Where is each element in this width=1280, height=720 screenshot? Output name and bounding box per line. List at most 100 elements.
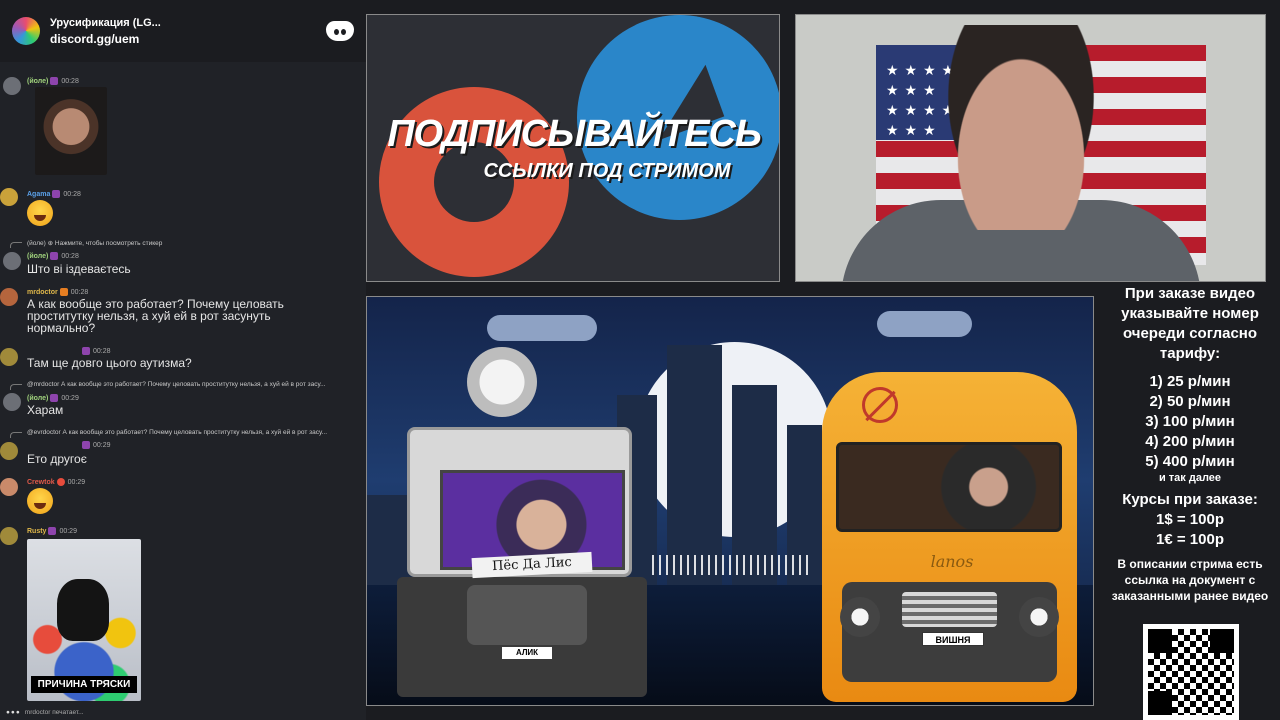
truck-graphic: Пёс Да Лис АЛИК (397, 347, 647, 697)
timestamp: 00:29 (93, 441, 111, 449)
van-brand-label: lanos (930, 552, 974, 571)
description-note: В описании стрима есть ссылка на докумен… (1111, 557, 1269, 603)
badge-icon (82, 441, 90, 449)
timestamp: 00:29 (61, 394, 79, 402)
discord-icon (326, 21, 354, 41)
badge-icon (52, 190, 61, 198)
server-info: Урусификация (LG... discord.gg/uem (50, 17, 326, 46)
timestamp: 00:28 (61, 77, 79, 85)
cat-figure (57, 579, 109, 641)
message-text: А как вообще это работает? Почему целова… (27, 297, 284, 335)
satellite-dish-icon (467, 347, 537, 417)
image-caption: ПРИЧИНА ТРЯСКИ (31, 676, 137, 693)
van-graphic: lanos ВИШНЯ (822, 372, 1077, 702)
badge-icon (48, 527, 57, 535)
cloud-shape (877, 311, 972, 337)
tier-item: 4) 200 р/мин (1145, 433, 1235, 450)
shocked-emoji-icon (27, 488, 53, 514)
username[interactable]: mrdoctor (27, 289, 58, 296)
reply-preview[interactable]: @evrdoctor А как вообще это работает? По… (27, 429, 327, 436)
typing-indicator: ●●● mrdoctor печатает... (6, 709, 84, 716)
typing-text: mrdoctor печатает... (24, 709, 84, 716)
laughing-crying-emoji-icon (27, 200, 53, 226)
tier-item: 3) 100 р/мин (1145, 413, 1235, 430)
avatar (0, 288, 18, 306)
tier-item: 1) 25 р/мин (1149, 373, 1231, 390)
headlight-right (1019, 597, 1059, 637)
avatar (0, 348, 18, 366)
username[interactable]: (йоле) (27, 78, 48, 85)
message-meta: Agama 00:28 (27, 190, 81, 198)
message-meta: 00:29 (80, 441, 111, 449)
reply-line (10, 432, 22, 438)
server-name: Урусификация (LG... (50, 16, 161, 29)
badge-icon (50, 77, 59, 85)
server-invite-link[interactable]: discord.gg/uem (50, 32, 326, 46)
username[interactable]: Agama (27, 191, 50, 198)
message-meta: (йоле) 00:28 (27, 77, 79, 85)
discord-chat-panel: Урусификация (LG... discord.gg/uem (йоле… (0, 0, 366, 720)
badge-icon (50, 394, 59, 402)
username[interactable]: Rusty (27, 528, 46, 535)
timestamp: 00:28 (61, 252, 79, 260)
avatar (3, 77, 21, 95)
reply-preview[interactable]: (йоле) ⊕ Нажмите, чтобы посмотреть стике… (27, 239, 162, 247)
building-shape (667, 345, 722, 585)
prohibition-sign-icon (862, 387, 898, 423)
badge-icon (56, 478, 65, 486)
shouting-man-image[interactable] (35, 87, 107, 175)
truck-engine-body (397, 577, 647, 697)
username[interactable]: (йоле) (27, 395, 48, 402)
message-meta: Crewtok 00:29 (27, 478, 85, 486)
van-license-plate: ВИШНЯ (922, 632, 984, 646)
avatar (0, 478, 18, 496)
message-meta: (йоле) 00:29 (27, 394, 79, 402)
message-meta: (йоле) 00:28 (27, 252, 79, 260)
message-text: Ето другоє (27, 452, 87, 466)
avatar (0, 188, 18, 206)
badge-icon (59, 288, 68, 296)
reply-line (10, 384, 22, 390)
truck-license-plate: АЛИК (502, 647, 552, 659)
main-video-scene: Пёс Да Лис АЛИК lanos ВИШНЯ (366, 296, 1094, 706)
subscribe-banner: ПОДПИСЫВАЙТЕСЬ ССЫЛКИ ПОД СТРИМОМ (366, 14, 780, 282)
qr-code[interactable] (1143, 624, 1239, 720)
sound-wave-graphic (652, 555, 812, 575)
rate-item: 1€ = 100р (1156, 531, 1224, 548)
banner-title: ПОДПИСЫВАЙТЕСЬ (387, 113, 762, 155)
server-icon (12, 17, 40, 45)
webcam-feed: ★★★★ ★★★ ★★★★ ★★★ (795, 14, 1266, 282)
van-windshield-driver (836, 442, 1062, 532)
timestamp: 00:29 (59, 527, 77, 535)
timestamp: 00:28 (70, 288, 89, 296)
headlight-left (840, 597, 880, 637)
username[interactable]: (йоле) (27, 253, 48, 260)
rate-item: 1$ = 100р (1156, 511, 1224, 528)
engine-block (467, 585, 587, 645)
avatar (3, 252, 21, 270)
tiers-etc: и так далее (1158, 472, 1222, 484)
rates-header: Курсы при заказе: (1122, 491, 1258, 508)
message-meta: Rusty 00:29 (27, 527, 77, 535)
chat-header: Урусификация (LG... discord.gg/uem (0, 0, 366, 62)
truck-cab (407, 427, 632, 577)
timestamp: 00:29 (67, 478, 86, 486)
message-text: Што ві іздеваєтесь (27, 262, 131, 276)
order-header: При заказе видео указывайте номер очеред… (1121, 285, 1259, 362)
avatar (0, 527, 18, 545)
message-text: Там ще довго цього аутизма? (27, 356, 192, 370)
streamer-face (936, 25, 1106, 230)
badge-icon (82, 347, 90, 355)
reply-preview[interactable]: @mrdoctor А как вообще это работает? Поч… (27, 381, 326, 388)
avatar (0, 442, 18, 460)
message-meta: 00:28 (80, 347, 111, 355)
order-info-panel: При заказе видео указывайте номер очеред… (1100, 284, 1280, 720)
tier-item: 2) 50 р/мин (1149, 393, 1231, 410)
cat-balloons-image[interactable]: ПРИЧИНА ТРЯСКИ (27, 539, 141, 701)
qr-code-pattern (1148, 629, 1234, 715)
timestamp: 00:28 (63, 190, 81, 198)
typing-dots-icon: ●●● (6, 709, 21, 716)
tier-item: 5) 400 р/мин (1145, 453, 1235, 470)
username[interactable]: Crewtok (27, 479, 55, 486)
banner-subtitle: ССЫЛКИ ПОД СТРИМОМ (483, 160, 731, 182)
